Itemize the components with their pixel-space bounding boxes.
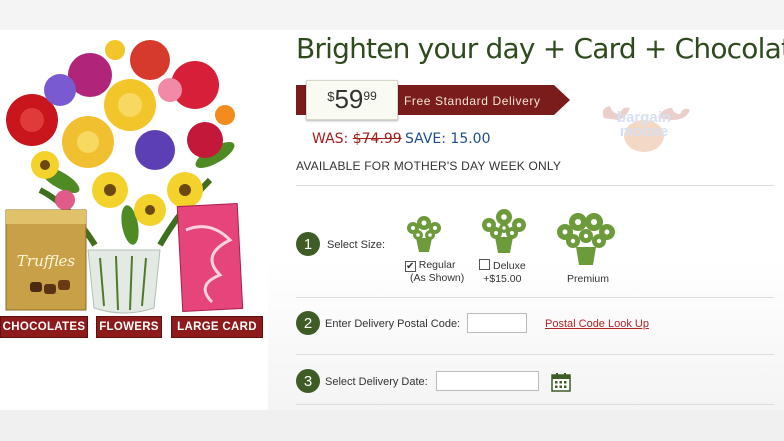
select-size-label: Select Size: <box>327 239 386 251</box>
vase-illustration <box>87 249 161 314</box>
was-label: WAS: <box>312 131 349 147</box>
price-currency: $ <box>327 89 335 104</box>
postal-code-label: Enter Delivery Postal Code: <box>325 318 461 330</box>
was-price: WAS: $74.99 <box>312 131 402 147</box>
price-dollars: 59 <box>334 84 364 114</box>
regular-bouquet-icon[interactable] <box>404 212 444 254</box>
deluxe-bouquet-icon[interactable] <box>481 206 527 254</box>
step-3-number: 3 <box>296 369 320 393</box>
delivery-date-input[interactable] <box>436 371 539 391</box>
size-option-deluxe[interactable]: Deluxe +$15.00 <box>479 259 526 286</box>
divider <box>296 185 774 186</box>
divider <box>296 297 774 298</box>
price-cents: 99 <box>363 89 377 103</box>
postal-code-lookup-link[interactable]: Postal Code Look Up <box>545 318 649 330</box>
delivery-date-label: Select Delivery Date: <box>325 376 428 388</box>
chocolate-box-label: Truffles <box>17 252 76 270</box>
size-option-regular[interactable]: ✔ Regular (As Shown) <box>396 259 464 285</box>
step-1-number: 1 <box>296 232 320 256</box>
bargain-moose-watermark: bargain moose <box>602 106 690 152</box>
watermark-line2: moose <box>620 123 668 140</box>
price-tag: $ 59 99 <box>306 80 398 120</box>
premium-option-name: Premium <box>567 273 610 285</box>
calendar-icon[interactable] <box>551 372 571 392</box>
deluxe-option-name: Deluxe <box>493 260 526 272</box>
original-price: $74.99 <box>352 131 402 147</box>
bottom-strip <box>0 410 784 441</box>
bouquet-illustration <box>6 40 235 226</box>
size-option-premium[interactable]: Premium <box>567 273 609 286</box>
flowers-button[interactable]: FLOWERS <box>96 316 162 338</box>
postal-code-input[interactable] <box>467 313 527 333</box>
deluxe-checkbox[interactable] <box>479 259 490 270</box>
divider <box>296 354 774 355</box>
product-image: Truffles <box>5 40 244 314</box>
regular-option-name: Regular <box>418 259 456 271</box>
availability-note: AVAILABLE FOR MOTHER'S DAY WEEK ONLY <box>296 159 562 173</box>
save-amount: SAVE: 15.00 <box>405 131 491 147</box>
regular-checkbox[interactable]: ✔ <box>404 261 416 272</box>
free-delivery-text: Free Standard Delivery <box>404 94 541 108</box>
regular-option-detail: (As Shown) <box>410 272 465 284</box>
deluxe-option-detail: +$15.00 <box>483 273 522 285</box>
product-title: Brighten your day + Card + Chocolates <box>296 32 784 65</box>
greeting-card-illustration <box>176 202 244 313</box>
large-card-button[interactable]: LARGE CARD <box>171 316 263 338</box>
top-strip <box>0 0 784 30</box>
chocolates-button[interactable]: CHOCOLATES <box>0 316 88 338</box>
step-2-number: 2 <box>296 311 320 335</box>
divider <box>296 404 774 405</box>
chocolate-box-illustration: Truffles <box>5 209 87 311</box>
premium-bouquet-icon[interactable] <box>556 210 616 266</box>
